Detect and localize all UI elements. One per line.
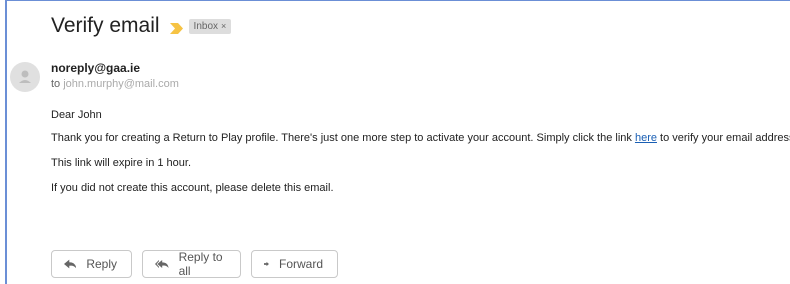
reply-all-button-label: Reply to all <box>178 250 223 278</box>
email-subject: Verify email <box>51 14 160 37</box>
forward-button-label: Forward <box>278 257 323 271</box>
forward-button[interactable]: Forward <box>251 250 338 278</box>
sender-address: noreply@gaa.ie <box>51 61 141 75</box>
body-paragraph: Thank you for creating a Return to Play … <box>51 132 790 144</box>
inbox-label-chip[interactable]: Inbox × <box>188 18 232 34</box>
forward-arrow-icon <box>264 261 269 267</box>
expiry-text: This link will expire in 1 hour. <box>51 157 192 169</box>
window-frame-left <box>5 0 7 284</box>
person-icon <box>19 70 31 83</box>
subject-row: Verify email Inbox × <box>51 12 232 40</box>
reply-arrow-icon <box>64 259 77 269</box>
inbox-label-text: Inbox <box>193 20 219 32</box>
greeting-text: Dear John <box>51 109 102 121</box>
sender-avatar <box>10 62 40 92</box>
remove-label-icon[interactable]: × <box>221 21 226 31</box>
message-actions: Reply Reply to all Forward <box>51 250 348 278</box>
body-text-after-link: to verify your email address. <box>656 132 790 144</box>
recipient-address: john.murphy@mail.com <box>63 78 179 90</box>
to-prefix: to <box>51 78 61 90</box>
reply-button-label: Reply <box>86 257 117 271</box>
reply-button[interactable]: Reply <box>51 250 132 278</box>
reply-all-arrow-icon <box>155 260 169 268</box>
verify-link[interactable]: here <box>635 132 657 144</box>
body-text-before-link: Thank you for creating a Return to Play … <box>51 132 635 144</box>
reply-all-button[interactable]: Reply to all <box>142 250 241 278</box>
disclaimer-text: If you did not create this account, plea… <box>51 182 334 194</box>
window-frame-top <box>5 0 790 1</box>
recipient-line: to john.murphy@mail.com <box>51 78 179 90</box>
importance-marker-icon[interactable] <box>169 21 183 34</box>
